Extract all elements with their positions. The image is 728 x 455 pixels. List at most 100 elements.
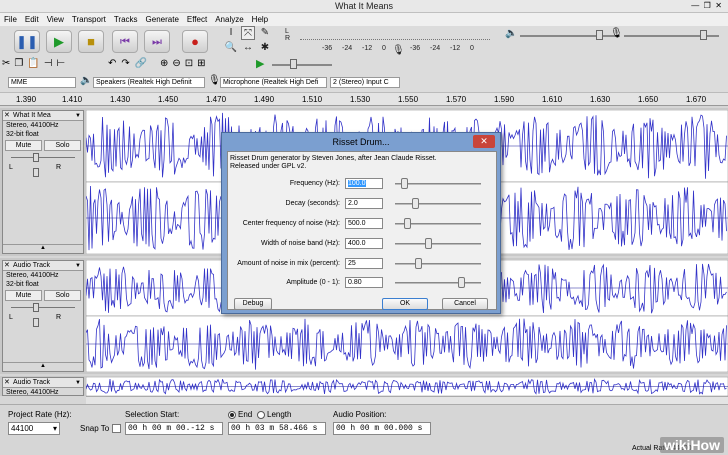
track-3-waveform[interactable]	[86, 377, 728, 396]
chevron-down-icon[interactable]: ▼	[75, 378, 81, 388]
amplitude-slider[interactable]	[395, 277, 481, 289]
edit-toolbar[interactable]: ✂❐📋⊣⊢	[2, 58, 69, 69]
input-device-select[interactable]: Microphone (Realtek High Defi	[220, 77, 327, 88]
track-format: Stereo, 44100Hz	[6, 389, 59, 396]
length-radio[interactable]	[257, 411, 265, 419]
undo-redo[interactable]: ↶↷🔗	[108, 58, 152, 69]
menu-help[interactable]: Help	[248, 13, 272, 24]
gain-slider[interactable]	[3, 302, 83, 314]
close-track-icon[interactable]: ✕	[4, 111, 10, 121]
pause-button[interactable]: ❚❚	[14, 30, 40, 53]
menu-file[interactable]: File	[0, 13, 21, 24]
track-name[interactable]: What It Mea	[13, 112, 51, 119]
timeline-ruler[interactable]: 1.390 1.410 1.430 1.450 1.470 1.490 1.51…	[0, 92, 728, 106]
menu-analyze[interactable]: Analyze	[211, 13, 247, 24]
horizontal-scrollbar[interactable]	[86, 396, 728, 404]
toolbars: ❚❚ ▶ ■ ⏮ ⏭ ● I ⤧ ✎ 🔍 ↔ ✱ LR -36 -24 -12 …	[0, 26, 728, 92]
decay-input[interactable]: 2.0	[345, 198, 383, 209]
ok-button[interactable]: OK	[382, 298, 428, 310]
draw-tool-icon[interactable]: ✎	[258, 26, 272, 40]
audio-position-field[interactable]: 00 h 00 m 00.000 s	[333, 422, 431, 435]
menu-tracks[interactable]: Tracks	[110, 13, 142, 24]
skip-end-button[interactable]: ⏭	[144, 30, 170, 53]
selection-end-field[interactable]: 00 h 03 m 58.466 s	[228, 422, 326, 435]
fit-project-icon: ⊞	[197, 58, 210, 69]
decay-label: Decay (seconds):	[285, 200, 340, 207]
play-speed-slider[interactable]	[272, 64, 332, 66]
input-channels-select[interactable]: 2 (Stereo) Input C	[330, 77, 400, 88]
pan-slider[interactable]: LR	[3, 164, 83, 177]
center-frequency-slider[interactable]	[395, 218, 481, 230]
decay-slider[interactable]	[395, 198, 481, 210]
chevron-down-icon[interactable]: ▼	[75, 261, 81, 271]
track-1-control-panel[interactable]: ✕ What It Mea ▼ Stereo, 44100Hz 32-bit flo…	[2, 110, 84, 254]
selection-start-field[interactable]: 00 h 00 m 00.-12 s	[125, 422, 223, 435]
menu-edit[interactable]: Edit	[21, 13, 43, 24]
debug-button[interactable]: Debug	[234, 298, 272, 310]
track-name[interactable]: Audio Track	[13, 262, 50, 269]
end-radio[interactable]	[228, 411, 236, 419]
track-name[interactable]: Audio Track	[13, 379, 50, 386]
meter-bar	[300, 30, 490, 40]
noise-amount-input[interactable]: 25	[345, 258, 383, 269]
amplitude-label: Amplitude (0 - 1):	[286, 279, 340, 286]
project-rate-select[interactable]: 44100 ▾	[8, 422, 60, 435]
pan-slider[interactable]: LR	[3, 314, 83, 327]
cancel-button[interactable]: Cancel	[442, 298, 488, 310]
collapse-track-icon[interactable]: ▲	[3, 244, 83, 253]
skip-start-button[interactable]: ⏮	[112, 30, 138, 53]
snap-to-checkbox[interactable]	[112, 424, 121, 433]
zoom-toolbar[interactable]: ⊕⊖⊡⊞	[160, 58, 210, 69]
record-meter[interactable]: -36 -24 -12 0 🎙 -36 -24 -12 0	[290, 45, 495, 56]
cut-icon: ✂	[2, 58, 15, 69]
solo-button[interactable]: Solo	[44, 140, 81, 151]
track-2-control-panel[interactable]: ✕ Audio Track ▼ Stereo, 44100Hz 32-bit flo…	[2, 260, 84, 372]
menu-effect[interactable]: Effect	[183, 13, 211, 24]
selection-tool-icon[interactable]: I	[224, 26, 238, 40]
menu-generate[interactable]: Generate	[142, 13, 183, 24]
close-track-icon[interactable]: ✕	[4, 261, 10, 271]
frequency-slider[interactable]	[395, 178, 481, 190]
input-volume-thumb[interactable]	[700, 30, 707, 40]
amplitude-input[interactable]: 0.80	[345, 277, 383, 288]
output-device-select[interactable]: Speakers (Realtek High Definit	[93, 77, 205, 88]
timeshift-tool-icon[interactable]: ↔	[241, 41, 255, 55]
noise-amount-slider[interactable]	[395, 258, 481, 270]
dialog-close-button[interactable]: ✕	[473, 135, 495, 148]
center-frequency-input[interactable]: 500.0	[345, 218, 383, 229]
play-speed-thumb[interactable]	[290, 59, 297, 69]
undo-icon: ↶	[108, 58, 122, 69]
silence-icon: ⊢	[56, 58, 70, 69]
paste-icon: 📋	[27, 58, 44, 69]
stop-button[interactable]: ■	[78, 30, 104, 53]
frequency-input[interactable]: 100.0	[345, 178, 383, 189]
zoom-tool-icon[interactable]: 🔍	[224, 41, 238, 55]
redo-icon: ↷	[121, 58, 135, 69]
play-at-speed-icon[interactable]: ▶	[256, 57, 264, 70]
track-3-control-panel[interactable]: ✕ Audio Track ▼ Stereo, 44100Hz	[2, 377, 84, 396]
fit-selection-icon: ⊡	[184, 58, 198, 69]
window-controls[interactable]: — ❐ ✕	[691, 1, 722, 10]
menu-view[interactable]: View	[43, 13, 68, 24]
chevron-down-icon[interactable]: ▼	[75, 111, 81, 121]
envelope-tool-icon[interactable]: ⤧	[241, 26, 255, 40]
skip-end-icon: ⏭	[152, 36, 162, 48]
mute-button[interactable]: Mute	[5, 290, 42, 301]
multi-tool-icon[interactable]: ✱	[258, 41, 272, 55]
output-volume-slider[interactable]	[520, 35, 620, 37]
close-track-icon[interactable]: ✕	[4, 378, 10, 388]
solo-button[interactable]: Solo	[44, 290, 81, 301]
gain-slider[interactable]	[3, 152, 83, 164]
dialog-title: Risset Drum...	[332, 137, 390, 147]
record-icon: ●	[191, 34, 199, 49]
noise-width-input[interactable]: 400.0	[345, 238, 383, 249]
output-volume-thumb[interactable]	[596, 30, 603, 40]
menu-transport[interactable]: Transport	[68, 13, 110, 24]
record-button[interactable]: ●	[182, 30, 208, 53]
host-select[interactable]: MME	[8, 77, 76, 88]
play-button[interactable]: ▶	[46, 30, 72, 53]
collapse-track-icon[interactable]: ▲	[3, 362, 83, 371]
end-label: End	[238, 410, 253, 419]
mute-button[interactable]: Mute	[5, 140, 42, 151]
noise-width-slider[interactable]	[395, 238, 481, 250]
